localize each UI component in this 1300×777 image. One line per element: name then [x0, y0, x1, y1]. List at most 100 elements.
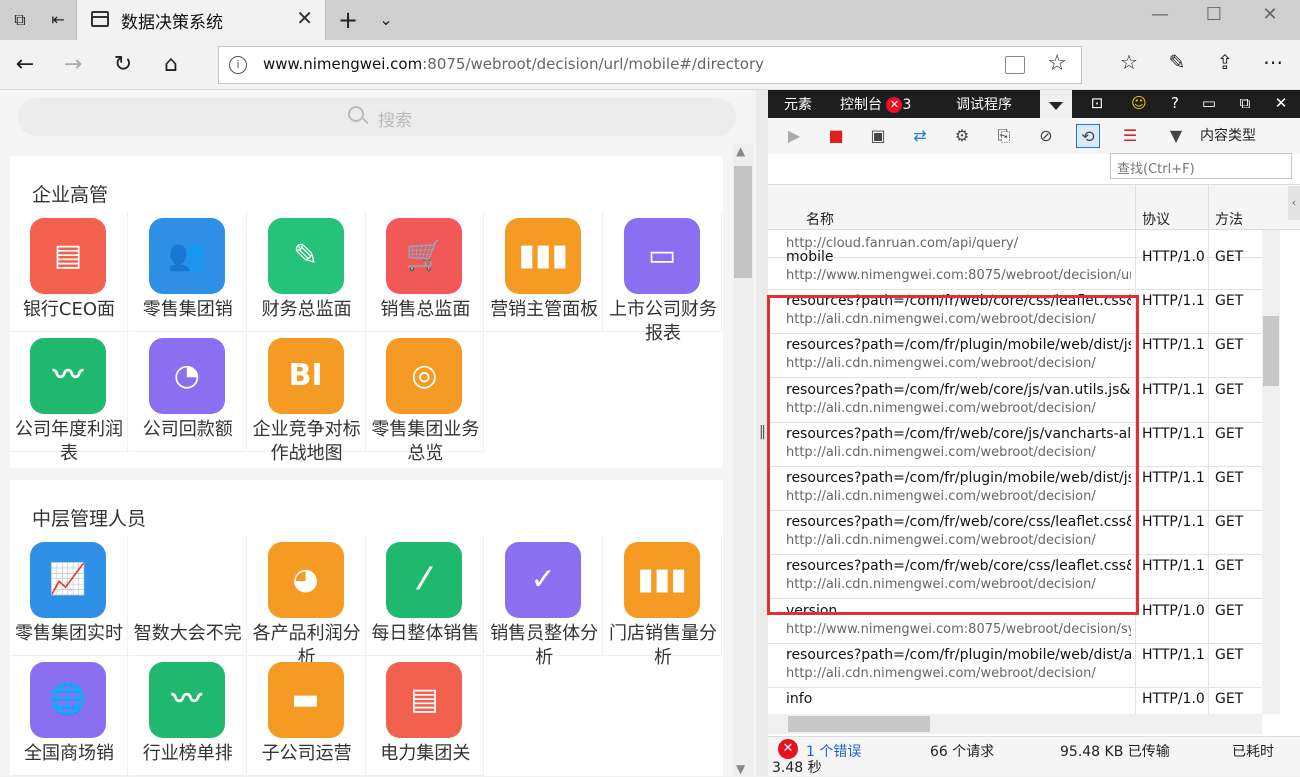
app-tile[interactable]: 👥 零售集团销 [128, 212, 247, 332]
more-icon[interactable]: ⋯ [1258, 50, 1288, 74]
search-input[interactable]: 搜索 [18, 98, 736, 136]
tab-debugger[interactable]: 调试程序 [956, 94, 1012, 114]
app-tile[interactable]: BI 企业竞争对标作战地图 [247, 332, 366, 464]
close-tab-icon[interactable]: ✕ [296, 6, 313, 30]
app-tile[interactable]: 智数大会不完 [128, 536, 247, 656]
page-icon [91, 11, 109, 27]
app-tile[interactable]: 📈 零售集团实时 [10, 536, 128, 656]
browser-tab[interactable]: 数据决策系统 ✕ [76, 0, 326, 40]
app-label: 智数大会不完 [133, 623, 242, 644]
request-method: GET [1215, 646, 1244, 663]
app-tile[interactable]: ▤ 银行CEO面 [10, 212, 128, 332]
scroll-thumb[interactable] [734, 166, 752, 278]
app-tile[interactable]: ▬ 子公司运营 [247, 656, 366, 776]
request-name: mobile [786, 249, 834, 265]
undock-icon[interactable]: ⧉ [1234, 94, 1256, 112]
new-tab-icon[interactable]: + [336, 8, 360, 32]
app-tile[interactable]: 🌐 全国商场销 [10, 656, 128, 776]
chevron-down-icon[interactable]: ⌄ [374, 8, 398, 32]
forward-icon[interactable]: → [58, 50, 88, 80]
tab-list-icon[interactable]: ⧉ [8, 8, 32, 32]
app-tile[interactable]: ▤ 电力集团关 [366, 656, 485, 776]
app-tile[interactable]: ▮▮▮ 门店销售量分析 [604, 536, 722, 668]
tab-network-icon[interactable] [1040, 90, 1072, 118]
app-label: 每日整体销售 [371, 623, 480, 644]
favorites-icon[interactable]: ☆ [1114, 50, 1144, 74]
app-tile[interactable]: ✎ 财务总监面 [247, 212, 366, 332]
request-method: GET [1215, 691, 1244, 707]
scroll-down-icon[interactable]: ▼ [736, 762, 745, 776]
share-icon[interactable]: ⇪ [1210, 50, 1240, 74]
stop-icon[interactable]: ■ [824, 124, 848, 148]
column-name[interactable]: 名称 [806, 209, 834, 229]
info-icon[interactable]: i [229, 56, 247, 74]
url-text[interactable]: www.nimengwei.com:8075/webroot/decision/… [263, 55, 764, 73]
app-label: 销售总监面 [380, 299, 471, 320]
section-title: 中层管理人员 [32, 508, 147, 530]
panel-expand-icon[interactable]: ‹ [1288, 186, 1300, 220]
app-tile[interactable]: 🛒 销售总监面 [366, 212, 485, 332]
scroll-thumb[interactable] [788, 716, 930, 732]
scroll-up-icon[interactable]: ▲ [736, 144, 745, 158]
smiley-icon[interactable]: ☺ [1128, 94, 1150, 112]
settings-icon[interactable]: ⚙ [950, 124, 974, 148]
scroll-thumb[interactable] [1263, 316, 1279, 386]
request-name: resources?path=/com/fr/plugin/mobile/web… [786, 646, 1131, 663]
tab-elements[interactable]: 元素 [784, 94, 812, 114]
refresh-icon[interactable]: ↻ [108, 50, 138, 80]
app-tile[interactable]: ◕ 各产品利润分析 [247, 536, 366, 668]
clear-cache-icon[interactable]: ⎘ [992, 124, 1016, 148]
import-icon[interactable]: ⇄ [908, 124, 932, 148]
app-tile[interactable]: ▮▮▮ 营销主管面板 [485, 212, 604, 332]
column-method[interactable]: 方法 [1215, 209, 1243, 229]
request-method: GET [1215, 293, 1244, 310]
tab-console[interactable]: 控制台 ✕ 3 [840, 94, 911, 114]
app-tile[interactable]: ▭ 上市公司财务报表 [604, 212, 722, 344]
section-title: 企业高管 [32, 184, 109, 206]
document-edit-icon: ✎ [267, 218, 344, 294]
maximize-icon[interactable]: ☐ [1194, 4, 1234, 25]
app-tile[interactable]: ◔ 公司回款额 [128, 332, 247, 452]
close-window-icon[interactable]: ✕ [1250, 4, 1290, 25]
network-row[interactable]: resources?path=/com/fr/plugin/mobile/web… [768, 644, 1262, 688]
network-scrollbar[interactable] [1262, 230, 1280, 714]
app-label: 营销主管面板 [490, 299, 599, 320]
app-label: 门店销售量分析 [609, 623, 717, 668]
app-tile[interactable]: 〰公司年度利润表 [10, 332, 128, 464]
back-icon[interactable]: ← [10, 50, 40, 80]
reading-view-icon[interactable] [1005, 56, 1025, 74]
request-method: GET [1215, 602, 1244, 619]
app-tile[interactable]: ◎ 零售集团业务总览 [366, 332, 485, 464]
app-tile[interactable]: ✓ 销售员整体分析 [485, 536, 604, 668]
request-url: http://www.nimengwei.com:8075/webroot/de… [786, 621, 1131, 637]
minimize-icon[interactable]: — [1140, 4, 1180, 25]
splitter-grip-icon[interactable]: ‖ [759, 424, 766, 440]
favorite-star-icon[interactable]: ☆ [1047, 51, 1067, 76]
request-url: http://www.nimengwei.com:8075/webroot/de… [786, 268, 1131, 283]
content-type-filter[interactable]: 内容类型 [1200, 125, 1256, 145]
clear-on-navigate-icon[interactable]: ⟲ [1076, 124, 1100, 148]
save-icon[interactable]: ▣ [866, 124, 890, 148]
column-protocol[interactable]: 协议 [1142, 209, 1170, 229]
home-icon[interactable]: ⌂ [156, 50, 186, 80]
network-hscrollbar[interactable] [768, 714, 1262, 734]
find-input[interactable]: 查找(Ctrl+F) [1110, 153, 1292, 179]
help-icon[interactable]: ? [1164, 94, 1186, 112]
close-devtools-icon[interactable]: ✕ [1270, 94, 1292, 112]
play-icon[interactable]: ▶ [782, 124, 806, 148]
filter-icon[interactable]: ▼ [1164, 124, 1188, 148]
set-tabs-aside-icon[interactable]: ⇤ [46, 8, 70, 32]
app-tile[interactable]: ⁄ 每日整体销售 [366, 536, 485, 656]
clear-entries-icon[interactable]: ☰ [1118, 124, 1142, 148]
dock-icon[interactable]: ▭ [1198, 94, 1220, 112]
address-bar[interactable]: i www.nimengwei.com:8075/webroot/decisio… [218, 46, 1082, 84]
network-row[interactable]: info HTTP/1.0 GET [768, 688, 1262, 714]
app-tile[interactable]: 〰行业榜单排 [128, 656, 247, 776]
network-row[interactable]: mobile http://www.nimengwei.com:8075/webr… [768, 246, 1262, 290]
terminal-icon[interactable]: ⊡ [1086, 94, 1108, 112]
pen-icon[interactable]: ✎ [1162, 50, 1192, 74]
request-protocol: HTTP/1.1 [1142, 381, 1205, 398]
page-scrollbar[interactable]: ▲ ▼ [733, 144, 753, 776]
navigation-bar: ← → ↻ ⌂ i www.nimengwei.com:8075/webroot… [0, 40, 1300, 90]
clear-cookies-icon[interactable]: ⊘ [1034, 124, 1058, 148]
